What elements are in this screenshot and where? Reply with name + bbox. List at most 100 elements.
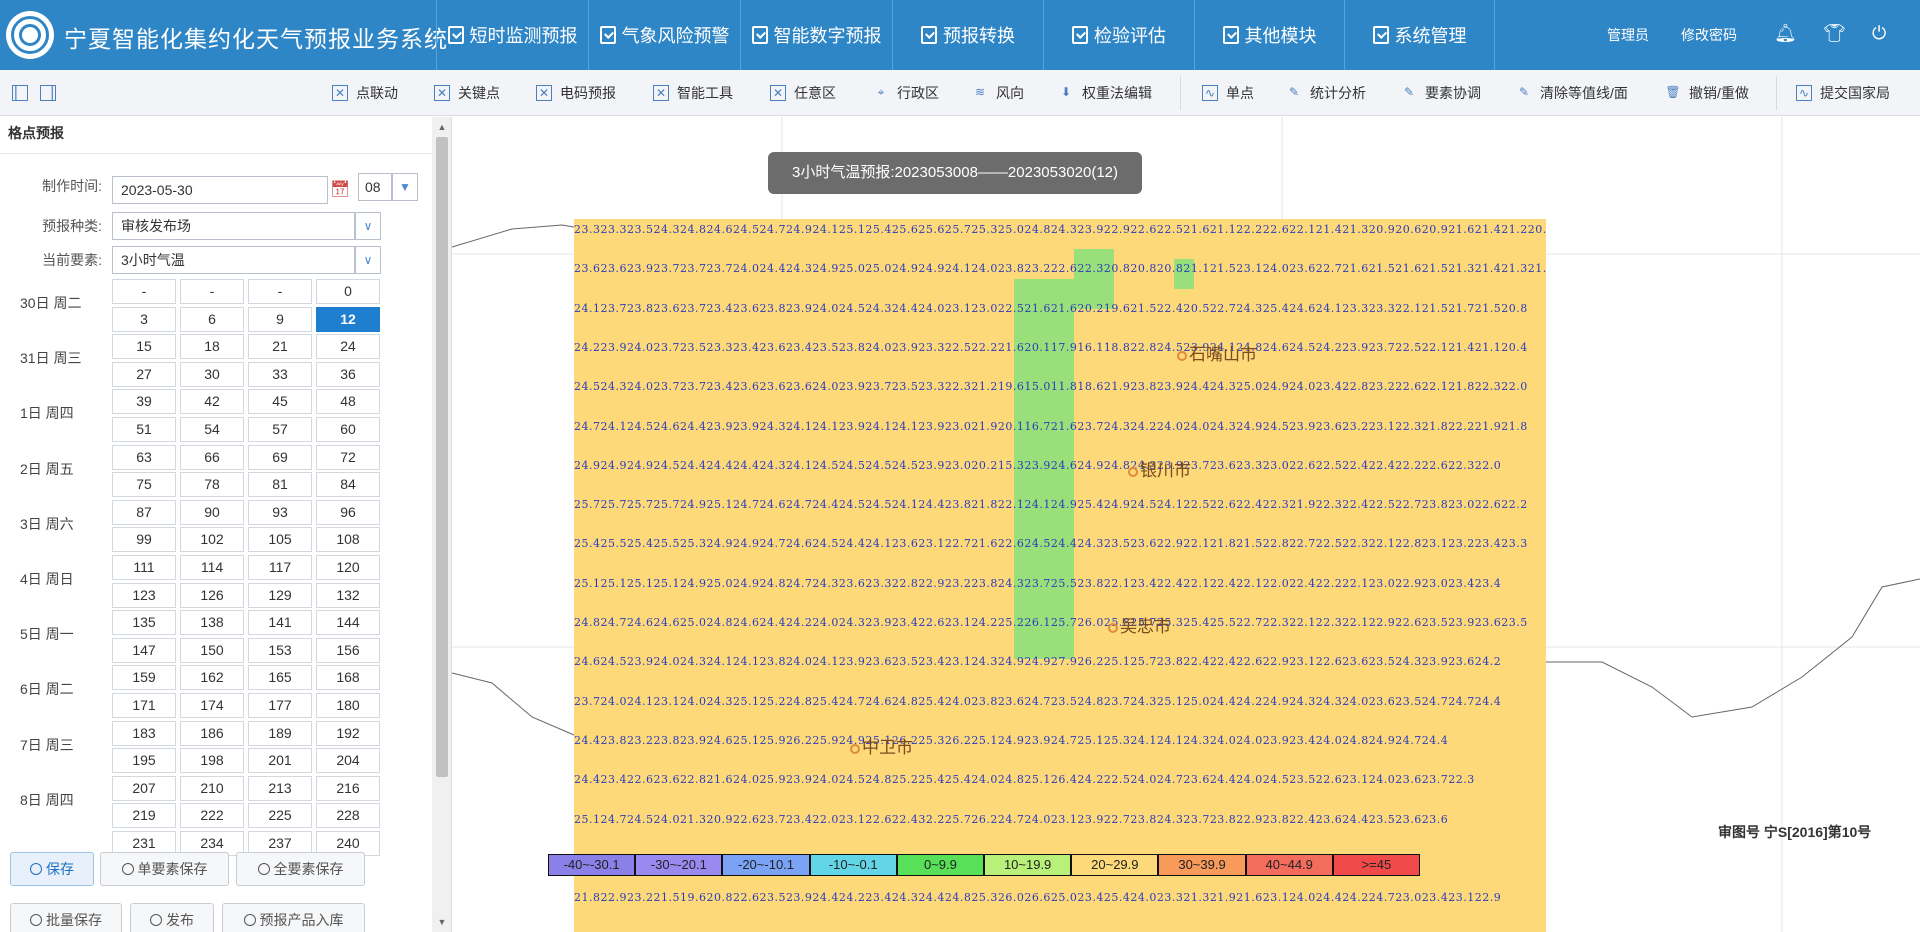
tool-admin-region[interactable]: ⌖ 行政区 (873, 83, 939, 103)
forecast-hour-cell[interactable]: 210 (180, 775, 244, 801)
forecast-hour-cell[interactable]: 96 (316, 499, 380, 525)
forecast-grid[interactable]: 23.323.323.524.324.824.624.524.724.924.1… (574, 219, 1546, 932)
publish-button[interactable]: 发布 (130, 903, 214, 932)
tool-weight-edit[interactable]: ⬇ 权重法编辑 (1058, 83, 1152, 103)
nav-forecast-conversion[interactable]: 预报转换 (892, 0, 1043, 70)
forecast-hour-cell[interactable]: 3 (112, 306, 176, 332)
nav-weather-risk-warning[interactable]: 气象风险预警 (588, 0, 740, 70)
forecast-hour-cell[interactable]: 78 (180, 472, 244, 498)
forecast-hour-cell[interactable]: 54 (180, 417, 244, 442)
forecast-hour-cell[interactable]: 162 (180, 665, 244, 691)
forecast-hour-cell[interactable]: 132 (316, 582, 380, 608)
tool-submit-national[interactable]: ∿ 提交国家局 (1796, 83, 1890, 103)
tool-statistics[interactable]: ✎ 统计分析 (1286, 83, 1366, 103)
forecast-hour-cell[interactable]: 66 (180, 444, 244, 470)
forecast-hour-cell[interactable]: 144 (316, 610, 380, 636)
forecast-hour-cell[interactable]: 30 (180, 361, 244, 387)
nav-intelligent-digital-forecast[interactable]: 智能数字预报 (740, 0, 892, 70)
forecast-hour-cell[interactable]: 120 (316, 555, 380, 580)
forecast-hour-cell[interactable]: 114 (180, 555, 244, 580)
nav-verification[interactable]: 检验评估 (1043, 0, 1194, 70)
tool-undo-redo[interactable]: 🗑︎ 撤销/重做 (1665, 83, 1749, 103)
tool-smart-tools[interactable]: ✕ 智能工具 (653, 83, 733, 103)
forecast-hour-cell[interactable]: 180 (316, 693, 380, 718)
forecast-hour-cell[interactable]: 201 (248, 748, 312, 774)
forecast-hour-cell[interactable]: 45 (248, 389, 312, 415)
chevron-down-icon[interactable]: ∨ (355, 246, 381, 274)
forecast-hour-cell[interactable]: 105 (248, 527, 312, 553)
forecast-hour-cell[interactable]: 108 (316, 527, 380, 553)
forecast-hour-cell[interactable]: 147 (112, 637, 176, 663)
forecast-hour-cell[interactable]: 60 (316, 417, 380, 442)
forecast-hour-cell[interactable]: 228 (316, 803, 380, 829)
chevron-down-icon[interactable]: ▼ (392, 173, 418, 201)
forecast-hour-cell[interactable]: 165 (248, 665, 312, 691)
forecast-hour-cell[interactable]: 48 (316, 389, 380, 415)
forecast-hour-cell[interactable]: 198 (180, 748, 244, 774)
forecast-hour-cell[interactable]: 6 (180, 306, 244, 332)
map-canvas[interactable]: 3小时气温预报:2023053008——2023053020(12) 23.32… (452, 117, 1920, 932)
forecast-hour-cell[interactable]: 24 (316, 334, 380, 360)
forecast-hour-cell[interactable]: 222 (180, 803, 244, 829)
forecast-hour-cell[interactable]: 111 (112, 555, 176, 580)
forecast-hour-cell[interactable]: 69 (248, 444, 312, 470)
forecast-hour-cell[interactable]: - (180, 279, 244, 304)
forecast-hour-cell[interactable]: 39 (112, 389, 176, 415)
forecast-hour-cell[interactable]: 81 (248, 472, 312, 498)
forecast-hour-cell[interactable]: 138 (180, 610, 244, 636)
power-icon[interactable]: ⏻ (1872, 23, 1886, 44)
forecast-hour-cell[interactable]: 0 (316, 279, 380, 304)
forecast-hour-cell[interactable]: 75 (112, 472, 176, 498)
forecast-hour-cell[interactable]: 72 (316, 444, 380, 470)
tool-element-coordination[interactable]: ✎ 要素协调 (1401, 83, 1481, 103)
forecast-hour-cell[interactable]: 84 (316, 472, 380, 498)
forecast-hour-cell[interactable]: 102 (180, 527, 244, 553)
forecast-hour-cell[interactable]: 18 (180, 334, 244, 360)
forecast-hour-cell[interactable]: - (248, 279, 312, 304)
calendar-icon[interactable]: 📅︎ (328, 178, 352, 202)
product-store-button[interactable]: 预报产品入库 (222, 903, 365, 932)
forecast-hour-cell[interactable]: 171 (112, 693, 176, 718)
forecast-hour-cell[interactable]: 57 (248, 417, 312, 442)
forecast-hour-cell[interactable]: 225 (248, 803, 312, 829)
forecast-hour-cell[interactable]: 27 (112, 361, 176, 387)
forecast-hour-cell[interactable]: 99 (112, 527, 176, 553)
forecast-hour-cell[interactable]: 126 (180, 582, 244, 608)
scroll-up-icon[interactable]: ▲ (436, 121, 448, 133)
forecast-hour-cell[interactable]: 51 (112, 417, 176, 442)
tool-code-forecast[interactable]: ✕ 电码预报 (536, 83, 616, 103)
tool-wind-direction[interactable]: ≋ 风向 (972, 83, 1024, 103)
forecast-hour-cell[interactable]: 159 (112, 665, 176, 691)
forecast-hour-cell[interactable]: 141 (248, 610, 312, 636)
forecast-hour-cell[interactable]: 195 (112, 748, 176, 774)
forecast-hour-cell[interactable]: 36 (316, 361, 380, 387)
make-date-input[interactable]: 2023-05-30 (112, 176, 328, 204)
forecast-hour-cell[interactable]: 90 (180, 499, 244, 525)
forecast-hour-cell[interactable]: 189 (248, 720, 312, 746)
bell-icon[interactable]: 🔔︎ (1774, 23, 1797, 44)
forecast-hour-cell[interactable]: 42 (180, 389, 244, 415)
forecast-hour-cell[interactable]: 174 (180, 693, 244, 718)
tool-single-point[interactable]: ∿ 单点 (1202, 83, 1254, 103)
nav-short-term-monitoring[interactable]: 短时监测预报 (436, 0, 588, 70)
forecast-hour-cell[interactable]: 117 (248, 555, 312, 580)
forecast-hour-cell[interactable]: 93 (248, 499, 312, 525)
save-all-elements-button[interactable]: 全要素保存 (236, 852, 365, 886)
forecast-hour-cell[interactable]: 135 (112, 610, 176, 636)
collapse-right-icon[interactable]: ▕ (40, 83, 56, 103)
forecast-hour-cell[interactable]: 87 (112, 499, 176, 525)
forecast-hour-cell[interactable]: 123 (112, 582, 176, 608)
forecast-hour-cell[interactable]: 153 (248, 637, 312, 663)
chevron-down-icon[interactable]: ∨ (355, 212, 381, 240)
forecast-hour-cell[interactable]: 204 (316, 748, 380, 774)
nav-other-modules[interactable]: 其他模块 (1194, 0, 1344, 70)
panel-scrollbar[interactable]: ▲ ▼ (432, 117, 451, 932)
change-password-link[interactable]: 修改密码 (1681, 25, 1737, 45)
forecast-hour-cell[interactable]: 183 (112, 720, 176, 746)
save-button[interactable]: 保存 (10, 852, 94, 886)
forecast-hour-cell[interactable]: 219 (112, 803, 176, 829)
forecast-hour-cell[interactable]: 168 (316, 665, 380, 691)
tool-arbitrary-area[interactable]: ✕ 任意区 (770, 83, 836, 103)
forecast-hour-cell[interactable]: 177 (248, 693, 312, 718)
tool-clear-contours[interactable]: ✎ 清除等值线/面 (1516, 83, 1628, 103)
